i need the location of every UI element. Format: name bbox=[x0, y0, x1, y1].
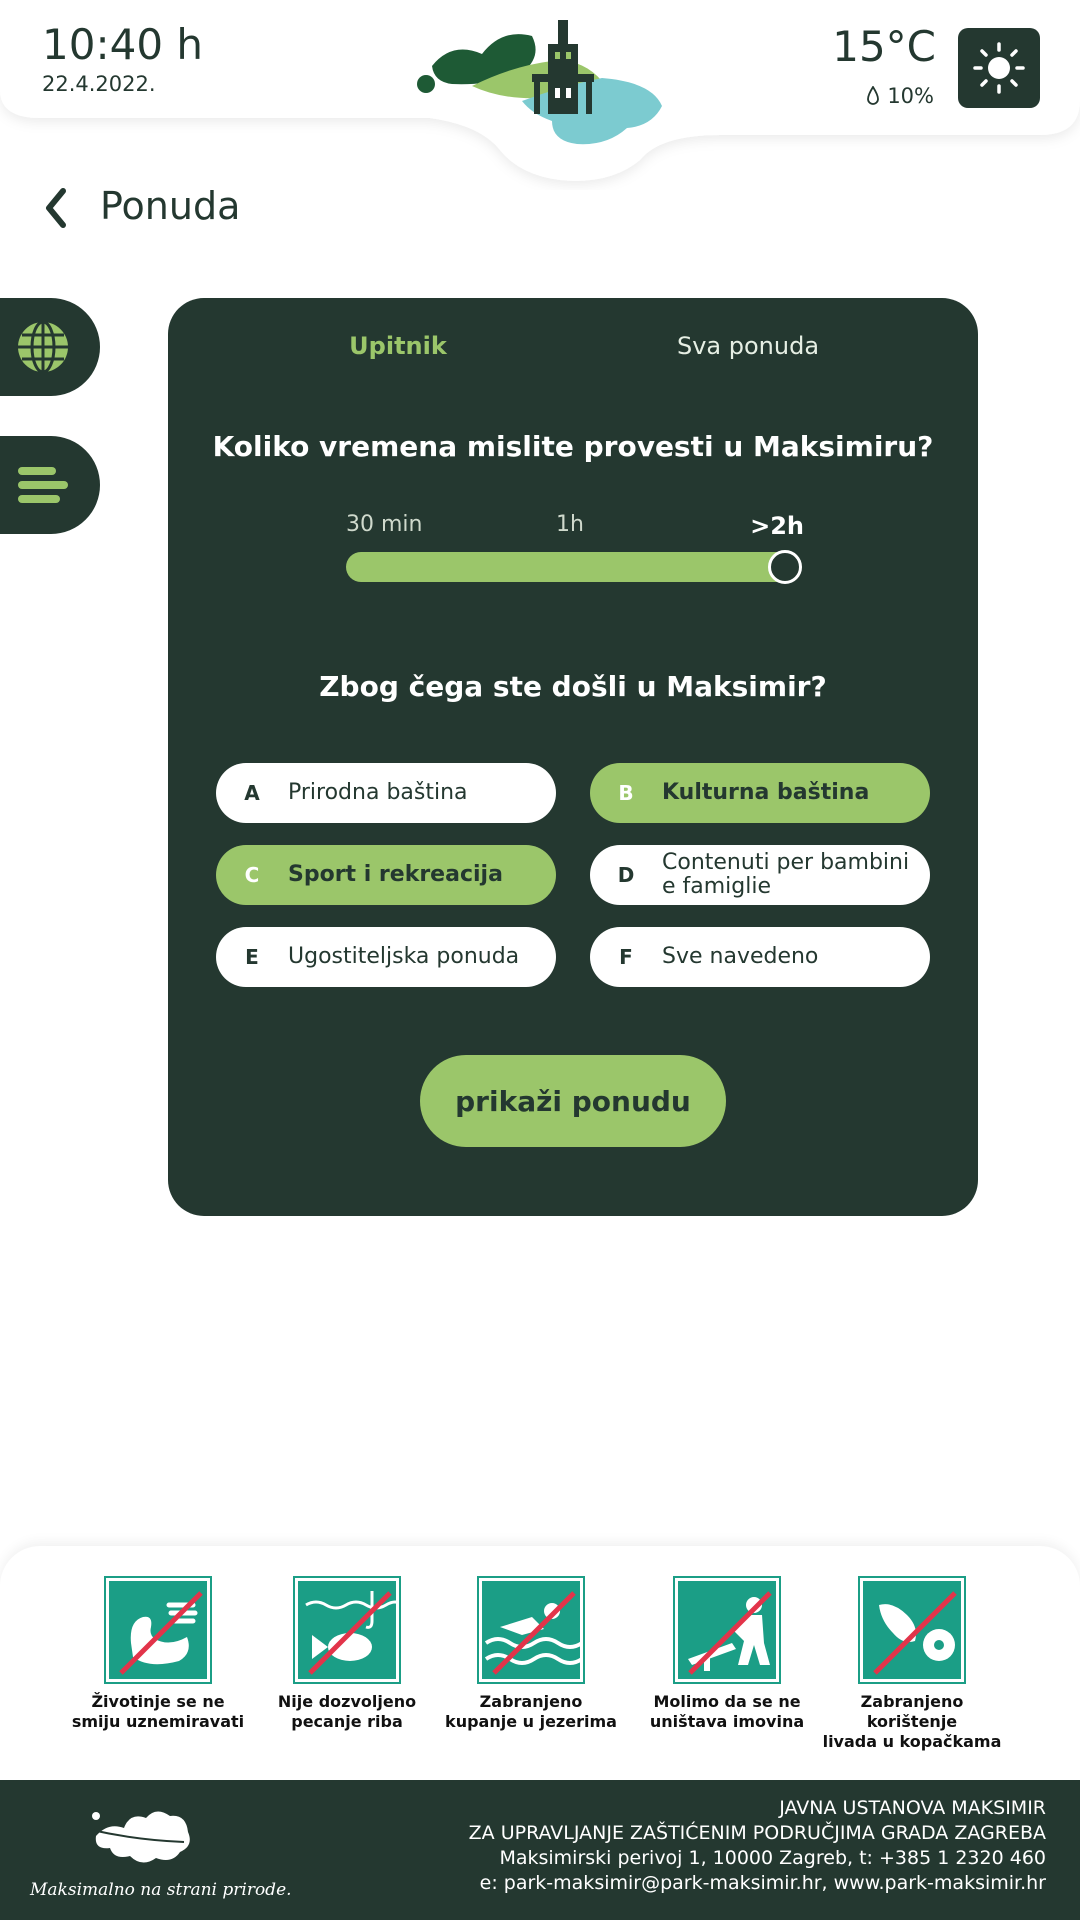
show-offer-button[interactable]: prikaži ponudu bbox=[420, 1055, 726, 1147]
rule-text-line1: Zabranjeno bbox=[479, 1692, 583, 1711]
question-duration: Koliko vremena mislite provesti u Maksim… bbox=[212, 430, 934, 463]
no-disturbing-animals-icon bbox=[104, 1576, 212, 1684]
no-football-boots-icon bbox=[858, 1576, 966, 1684]
temperature: 15°C bbox=[832, 22, 936, 71]
back-button[interactable] bbox=[36, 184, 76, 232]
option-letter: F bbox=[619, 945, 633, 969]
question-reason: Zbog čega ste došli u Maksimir? bbox=[319, 670, 827, 703]
rule-fishing: Nije dozvoljeno pecanje riba bbox=[257, 1576, 437, 1732]
language-button[interactable] bbox=[0, 298, 100, 396]
duration-slider-thumb[interactable] bbox=[768, 550, 802, 584]
chevron-left-icon bbox=[46, 188, 66, 228]
option-c[interactable]: C Sport i rekreacija bbox=[216, 845, 556, 905]
rule-text-line2: pecanje riba bbox=[291, 1712, 403, 1731]
page-title: Ponuda bbox=[100, 184, 241, 228]
weather-button[interactable] bbox=[958, 28, 1040, 108]
option-letter: B bbox=[618, 781, 634, 805]
option-f[interactable]: F Sve navedeno bbox=[590, 927, 930, 987]
questionnaire-card: Upitnik Sva ponuda Koliko vremena mislit… bbox=[168, 298, 978, 1216]
park-rules: Životinje se ne smiju uznemiravati Nije … bbox=[0, 1546, 1080, 1781]
footer-line: e: park-maksimir@park-maksimir.hr, www.p… bbox=[479, 1872, 1046, 1894]
no-vandalism-icon bbox=[673, 1576, 781, 1684]
option-label: Kulturna baština bbox=[662, 780, 870, 805]
menu-icon bbox=[18, 467, 68, 503]
footer-line: Maksimirski perivoj 1, 10000 Zagreb, t: … bbox=[499, 1847, 1046, 1869]
duration-slider-labels: 30 min 1h >2h bbox=[346, 512, 804, 542]
rule-text-line1: Molimo da se ne bbox=[653, 1692, 801, 1711]
option-b[interactable]: B Kulturna baština bbox=[590, 763, 930, 823]
duration-slider-track[interactable] bbox=[346, 552, 798, 582]
clock-date: 22.4.2022. bbox=[42, 72, 156, 96]
option-label: Contenuti per bambini e famiglie bbox=[662, 850, 910, 899]
option-letter: E bbox=[245, 945, 259, 969]
footer-contact: JAVNA USTANOVA MAKSIMIR ZA UPRAVLJANJE Z… bbox=[469, 1796, 1046, 1896]
footer-line: ZA UPRAVLJANJE ZAŠTIĆENIM PODRUČJIMA GRA… bbox=[468, 1822, 1046, 1844]
option-e[interactable]: E Ugostiteljska ponuda bbox=[216, 927, 556, 987]
slider-label-2h: >2h bbox=[750, 512, 804, 540]
option-label: Ugostiteljska ponuda bbox=[288, 944, 520, 969]
footer: Maksimalno na strani prirode. JAVNA USTA… bbox=[0, 1780, 1080, 1920]
rain-value: 10% bbox=[887, 84, 934, 108]
clock-time: 10:40 h bbox=[42, 20, 204, 69]
rule-text-line2: smiju uznemiravati bbox=[71, 1712, 245, 1731]
option-d[interactable]: D Contenuti per bambini e famiglie bbox=[590, 845, 930, 905]
option-letter: C bbox=[244, 863, 260, 887]
menu-button[interactable] bbox=[0, 436, 100, 534]
raindrop-icon bbox=[867, 86, 880, 105]
header-bar: 10:40 h 22.4.2022. 15°C 10% bbox=[0, 0, 1080, 190]
footer-slogan: Maksimalno na strani prirode. bbox=[30, 1880, 292, 1900]
option-letter: A bbox=[244, 781, 260, 805]
globe-icon bbox=[18, 320, 68, 374]
rule-text-line2: uništava imovina bbox=[649, 1712, 805, 1731]
rule-swimming: Zabranjeno kupanje u jezerima bbox=[441, 1576, 621, 1732]
tab-upitnik[interactable]: Upitnik bbox=[248, 332, 548, 360]
rain-chance: 10% bbox=[865, 84, 934, 108]
rule-text-line1: Životinje se ne bbox=[91, 1692, 225, 1711]
slider-label-1h: 1h bbox=[556, 512, 584, 537]
oak-leaf-logo bbox=[91, 1811, 190, 1863]
footer-line: JAVNA USTANOVA MAKSIMIR bbox=[779, 1797, 1046, 1819]
rule-text-line2: kupanje u jezerima bbox=[445, 1712, 617, 1731]
tab-sva-ponuda[interactable]: Sva ponuda bbox=[598, 332, 898, 360]
sun-icon bbox=[973, 42, 1025, 94]
rule-football-boots: Zabranjeno korištenje livada u kopačkama bbox=[822, 1576, 1002, 1752]
no-swimming-icon bbox=[477, 1576, 585, 1684]
slider-label-30min: 30 min bbox=[346, 512, 423, 537]
rule-text-line1: Nije dozvoljeno bbox=[277, 1692, 417, 1711]
option-label: Prirodna baština bbox=[288, 780, 468, 805]
rule-text-line1: Zabranjeno korištenje bbox=[860, 1692, 964, 1731]
rule-animals: Životinje se ne smiju uznemiravati bbox=[68, 1576, 248, 1732]
rule-text-line2: livada u kopačkama bbox=[822, 1732, 1002, 1751]
option-a[interactable]: A Prirodna baština bbox=[216, 763, 556, 823]
option-label: Sve navedeno bbox=[662, 944, 819, 969]
option-letter: D bbox=[617, 863, 635, 887]
maksimir-logo bbox=[417, 20, 662, 145]
no-fishing-icon bbox=[293, 1576, 404, 1684]
rule-vandalism: Molimo da se ne uništava imovina bbox=[637, 1576, 817, 1732]
option-label: Sport i rekreacija bbox=[288, 862, 503, 887]
